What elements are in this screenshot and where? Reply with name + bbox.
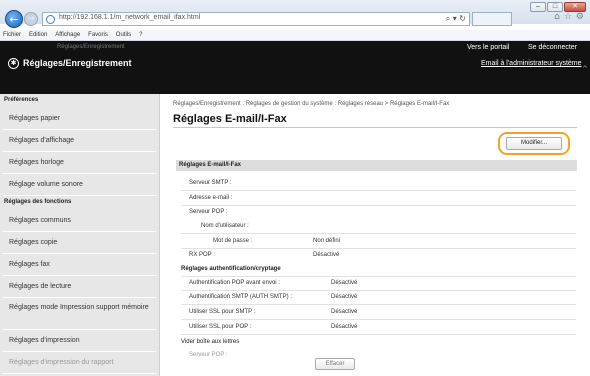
page-title: Réglages E-mail/I-Fax (173, 113, 287, 125)
row-divider (181, 290, 576, 291)
pop-ssl-label: Utiliser SSL pour POP : (189, 324, 252, 330)
auth-heading: Réglages authentification/cryptage (181, 266, 281, 272)
portal-link[interactable]: Vers le portail (467, 44, 509, 51)
navigation-bar: ← → http://192.168.1.1/m_network_email_i… (0, 8, 590, 30)
menu-view[interactable]: Affichage (52, 30, 83, 41)
rx-pop-value: Désactivé (313, 252, 340, 258)
browser-window: – □ ✕ ← → http://192.168.1.1/m_network_e… (0, 0, 590, 376)
username-label: Nom d'utilisateur : (201, 223, 249, 229)
row-divider (181, 319, 576, 320)
main-content: Réglages/Enregistrement : Réglages de ge… (161, 94, 590, 376)
sidebar-item-display[interactable]: Réglages d'affichage (3, 130, 156, 152)
logout-link[interactable]: Se déconnecter (528, 44, 577, 51)
sidebar-item-print[interactable]: Réglages d'impression (3, 330, 156, 352)
email-address-label: Adresse e-mail : (189, 195, 233, 201)
rx-pop-label: RX POP : (189, 252, 215, 258)
modify-button-highlight: Modifier... (498, 132, 570, 155)
header-status-text: Réglages/Enregistrement (57, 44, 125, 50)
smtp-server-label: Serveur SMTP : (189, 180, 232, 186)
password-label: Mot de passe : (213, 238, 253, 244)
sidebar-item-scan[interactable]: Réglages de lecture (3, 276, 156, 298)
mailbox-heading: Vider boîte aux lettres (181, 339, 240, 345)
pop-before-smtp-value: Désactivé (331, 280, 358, 286)
sidebar-heading-functions: Réglages des fonctions (4, 199, 72, 205)
page-icon (46, 15, 55, 24)
row-divider (181, 334, 576, 335)
settings-icon: ✱ (8, 58, 19, 69)
favorites-icon[interactable]: ☆ (564, 12, 572, 22)
sidebar-item-report-print[interactable]: Réglages d'impression du rapport (3, 352, 156, 374)
sidebar-heading-preferences: Préférences (4, 97, 39, 103)
menu-file[interactable]: Fichier (0, 30, 24, 41)
row-divider (181, 233, 576, 234)
menu-favorites[interactable]: Favoris (85, 30, 111, 41)
modify-button[interactable]: Modifier... (506, 137, 562, 150)
app-header: Réglages/Enregistrement Vers le portail … (0, 41, 590, 94)
url-text[interactable]: http://192.168.1.1/m_network_email_ifax.… (59, 14, 200, 21)
menu-edit[interactable]: Edition (26, 30, 50, 41)
gear-icon[interactable]: ⚙ (576, 12, 584, 22)
row-divider (181, 248, 576, 249)
erase-button[interactable]: Effacer (315, 358, 355, 370)
browser-tools: ⌂ ☆ ⚙ (554, 12, 584, 22)
title-divider (173, 127, 577, 128)
app-title: Réglages/Enregistrement (23, 58, 132, 68)
search-refresh-icon[interactable]: ⌕ ▾ ↻ (446, 14, 466, 24)
back-arrow-icon[interactable]: ← (5, 10, 23, 28)
menu-bar: Fichier Edition Affichage Favoris Outils… (0, 30, 590, 41)
browser-tab[interactable] (472, 12, 512, 26)
smtp-auth-label: Authentification SMTP (AUTH SMTP) : (189, 294, 292, 300)
address-bar[interactable]: http://192.168.1.1/m_network_email_ifax.… (42, 12, 470, 26)
row-divider (181, 276, 576, 277)
sidebar-item-paper[interactable]: Réglages papier (3, 108, 156, 130)
row-divider (181, 304, 576, 305)
row-divider (181, 205, 576, 206)
admin-email-link[interactable]: Email à l'administrateur système (481, 60, 582, 67)
smtp-auth-value: Désactivé (331, 294, 358, 300)
sidebar-item-fax[interactable]: Réglages fax (3, 254, 156, 276)
section-header: Réglages E-mail/I-Fax (176, 160, 577, 171)
sidebar-item-copy[interactable]: Réglages copie (3, 232, 156, 254)
mailbox-pop-label: Serveur POP : (189, 352, 228, 358)
pop-before-smtp-label: Authentification POP avant envoi : (189, 280, 280, 286)
pop-server-label: Serveur POP : (189, 209, 228, 215)
sidebar-item-clock[interactable]: Réglages horloge (3, 152, 156, 174)
sidebar-item-volume[interactable]: Réglage volume sonore (3, 174, 156, 196)
sidebar-item-memory-print[interactable]: Réglages mode Impression support mémoire (3, 298, 156, 330)
sidebar: Préférences Réglages papier Réglages d'a… (0, 94, 160, 376)
password-value: Non défini (313, 238, 341, 244)
breadcrumb: Réglages/Enregistrement : Réglages de ge… (173, 101, 450, 107)
smtp-ssl-value: Désactivé (331, 309, 358, 315)
row-divider (181, 190, 576, 191)
smtp-ssl-label: Utiliser SSL pour SMTP : (189, 309, 256, 315)
menu-tools[interactable]: Outils (113, 30, 134, 41)
scroll-up-icon[interactable]: ^ (582, 65, 588, 73)
forward-arrow-icon[interactable]: → (24, 12, 38, 26)
menu-help[interactable]: ? (136, 30, 145, 41)
sidebar-item-common[interactable]: Réglages communs (3, 210, 156, 232)
pop-ssl-value: Désactivé (331, 324, 358, 330)
home-icon[interactable]: ⌂ (554, 12, 560, 22)
